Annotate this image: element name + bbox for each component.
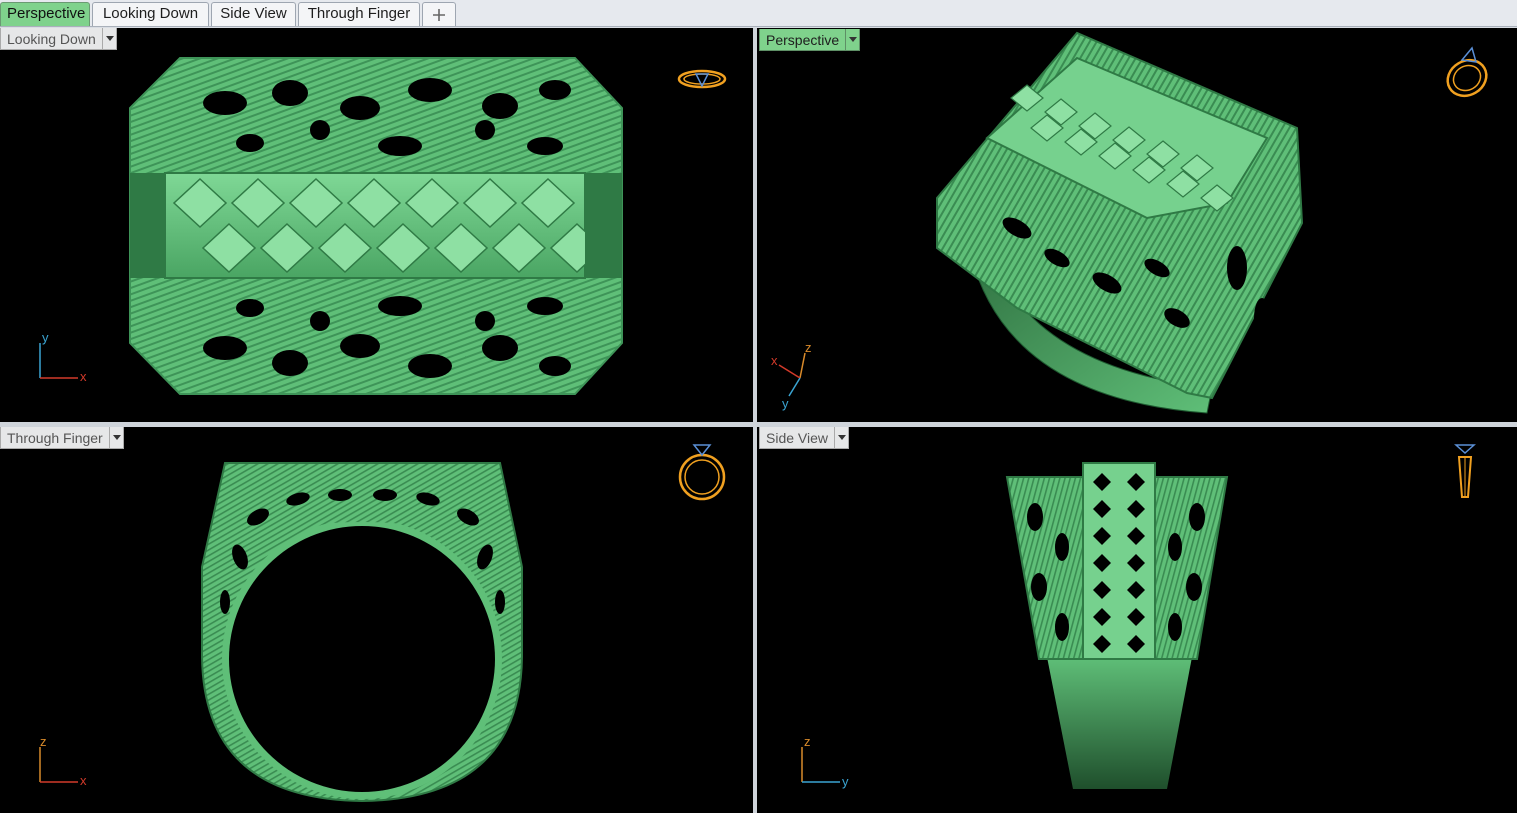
viewport-title: Through Finger — [0, 427, 110, 449]
plus-icon — [433, 9, 445, 21]
viewport-tab-bar: Perspective Looking Down Side View Throu… — [0, 0, 1517, 27]
tab-side-view[interactable]: Side View — [211, 2, 296, 26]
axis-label-y: y — [782, 396, 789, 411]
viewport-title: Looking Down — [0, 28, 103, 50]
tab-through-finger[interactable]: Through Finger — [298, 2, 420, 26]
axis-label-x: x — [80, 773, 87, 788]
axis-label-y: y — [842, 774, 849, 789]
viewport-label-perspective[interactable]: Perspective — [759, 29, 861, 51]
add-tab-button[interactable] — [422, 2, 456, 26]
ring-side-view — [1005, 462, 1229, 789]
ring-orientation-gizmo-icon — [1454, 444, 1476, 498]
ring-top-view — [129, 57, 623, 395]
axis-triad-icon: z y — [801, 734, 849, 789]
ring-orientation-gizmo-icon — [678, 444, 726, 501]
chevron-down-icon[interactable] — [835, 427, 850, 449]
axis-label-y: y — [42, 330, 49, 345]
chevron-down-icon[interactable] — [846, 29, 861, 51]
viewport-title: Perspective — [759, 29, 847, 51]
viewport-title: Side View — [759, 427, 836, 449]
ring-perspective-view — [936, 31, 1304, 414]
axis-label-z: z — [804, 734, 811, 749]
tab-looking-down[interactable]: Looking Down — [92, 2, 209, 26]
axis-label-x: x — [771, 353, 778, 368]
axis-label-z: z — [805, 340, 812, 355]
viewport-side-view[interactable]: Side View z y — [757, 427, 1517, 813]
viewport-through-finger[interactable]: Through Finger z x — [0, 427, 753, 813]
chevron-down-icon[interactable] — [109, 427, 124, 449]
viewport-label-side-view[interactable]: Side View — [759, 427, 850, 449]
ring-orientation-gizmo-icon — [1446, 46, 1488, 98]
axis-triad-icon: z x y — [771, 340, 812, 411]
ring-front-view — [201, 462, 523, 803]
viewport-label-looking-down[interactable]: Looking Down — [0, 28, 117, 50]
rhino-app-window: Perspective Looking Down Side View Throu… — [0, 0, 1517, 813]
axis-triad-icon: y x — [39, 330, 87, 384]
viewport-looking-down[interactable]: Looking Down y x — [0, 28, 753, 422]
viewport-perspective[interactable]: Perspective z x y — [757, 28, 1517, 422]
axis-triad-icon: z x — [39, 734, 87, 788]
ring-orientation-gizmo-icon — [677, 69, 727, 89]
viewport-label-through-finger[interactable]: Through Finger — [0, 427, 124, 449]
axis-label-z: z — [40, 734, 47, 749]
tab-perspective[interactable]: Perspective — [0, 2, 90, 26]
chevron-down-icon[interactable] — [102, 28, 117, 50]
axis-label-x: x — [80, 369, 87, 384]
